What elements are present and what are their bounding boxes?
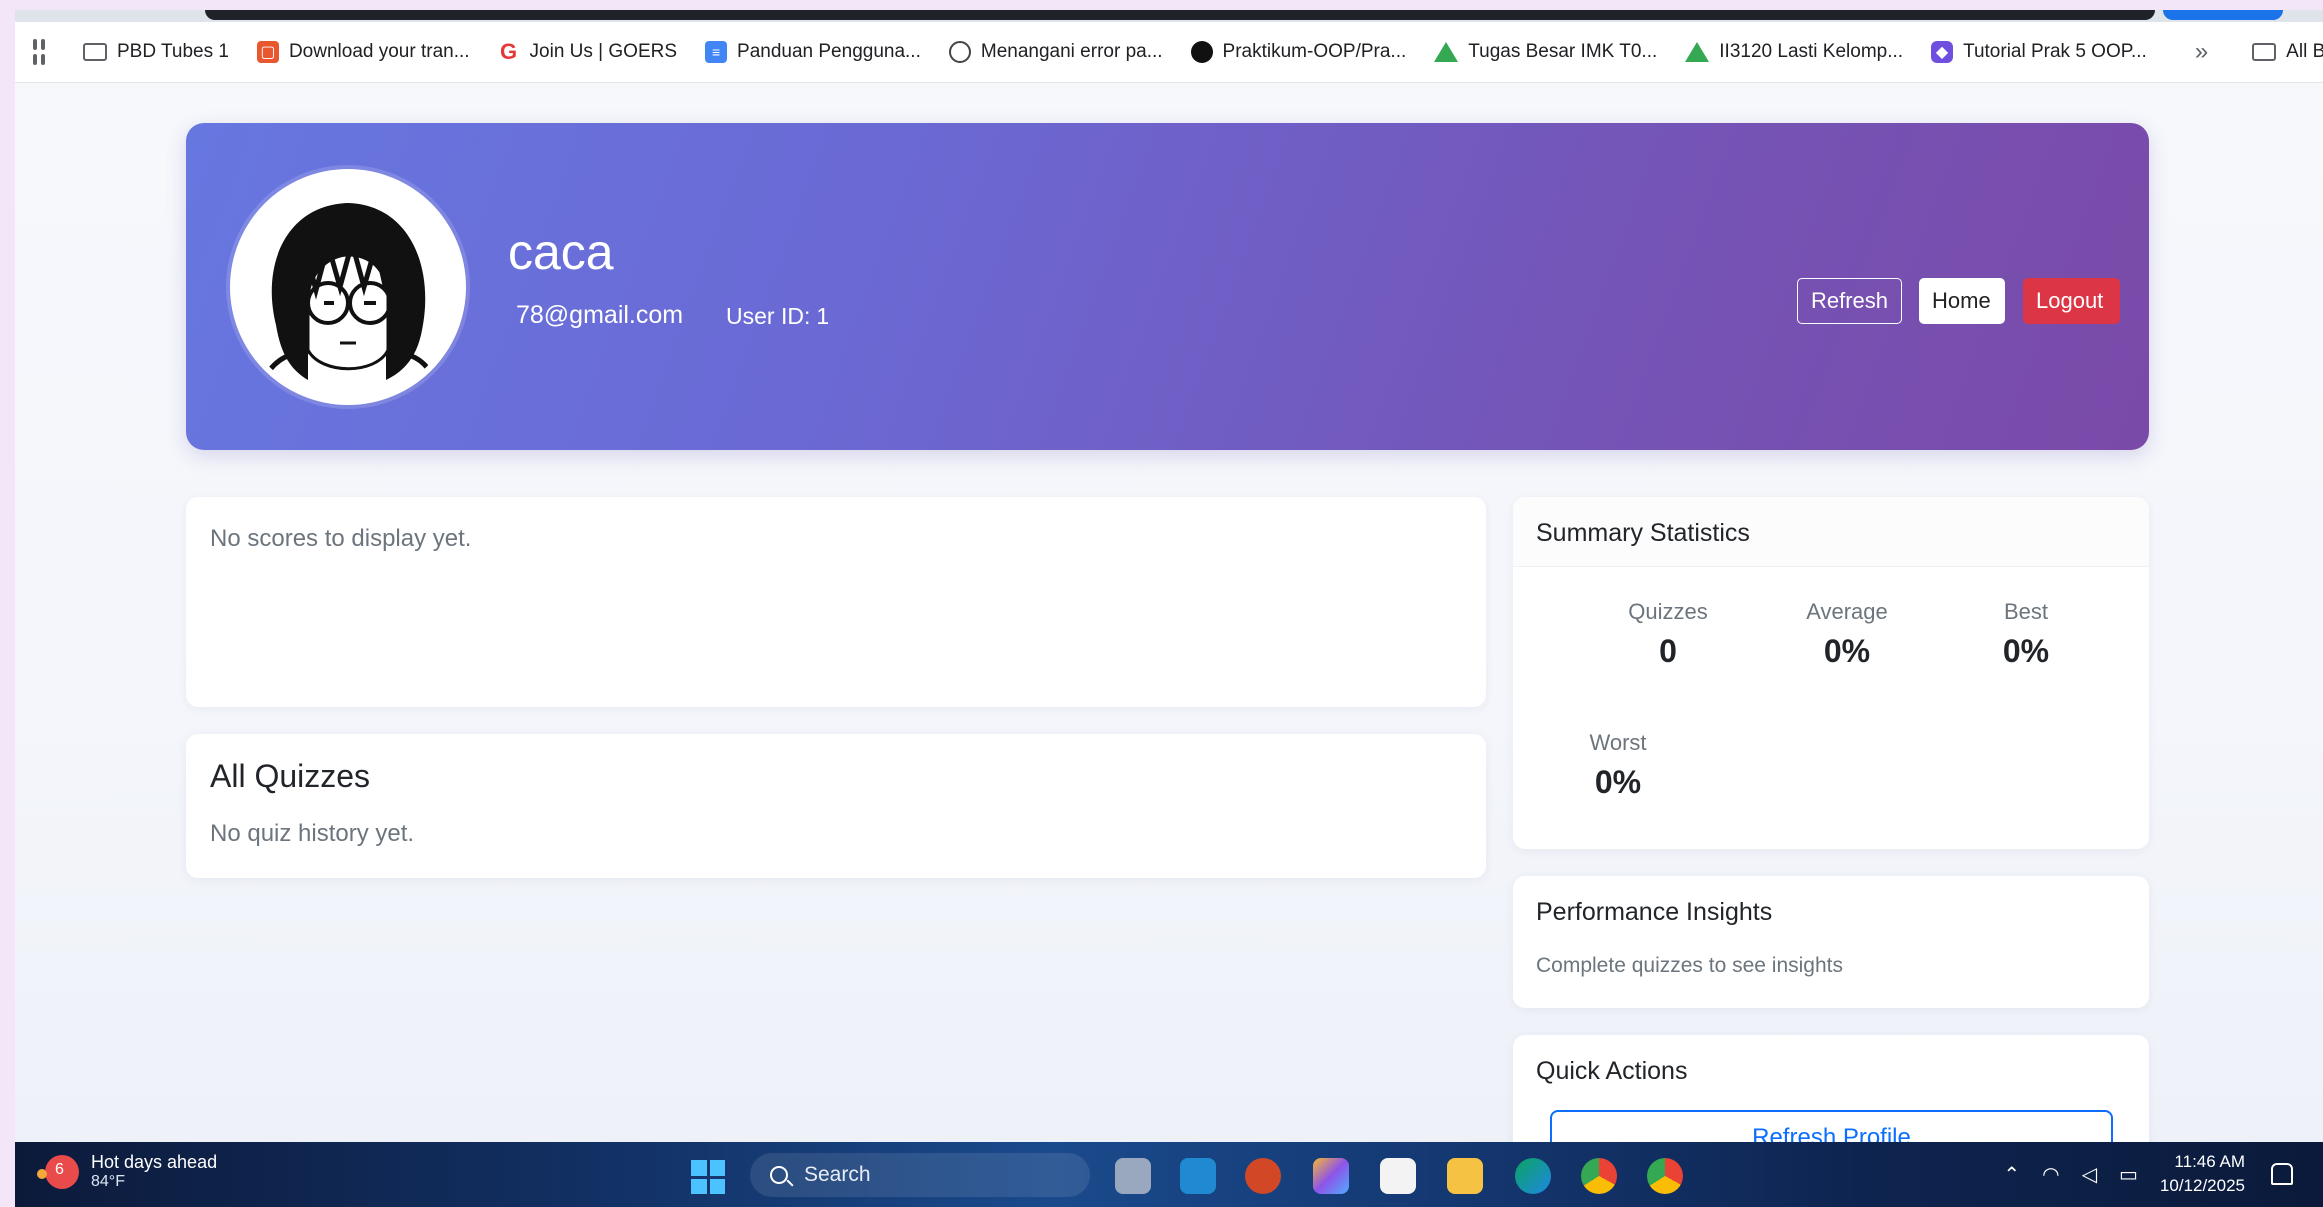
bookmark-praktikum-oop[interactable]: Praktikum-OOP/Pra... bbox=[1190, 41, 1406, 63]
copilot-icon[interactable] bbox=[1313, 1158, 1349, 1194]
apps-grid-icon[interactable] bbox=[33, 39, 45, 65]
stat-label: Worst bbox=[1589, 730, 1647, 755]
bookmark-goers[interactable]: G Join Us | GOERS bbox=[498, 39, 677, 64]
all-quizzes-card: All Quizzes No quiz history yet. bbox=[186, 734, 1486, 878]
address-bar[interactable] bbox=[205, 10, 2155, 20]
user-id-label: User ID: bbox=[726, 303, 811, 329]
quick-actions-title: Quick Actions bbox=[1536, 1057, 1688, 1085]
browser-viewport: PBD Tubes 1 ▢ Download your tran... G Jo… bbox=[15, 10, 2323, 1142]
refresh-button[interactable]: Refresh bbox=[1797, 278, 1902, 324]
volume-icon[interactable]: ◁ bbox=[2082, 1162, 2097, 1187]
stat-label: Average bbox=[1806, 599, 1888, 624]
profile-button[interactable] bbox=[2163, 10, 2283, 20]
refresh-profile-button[interactable]: Refresh Profile bbox=[1550, 1110, 2113, 1142]
notification-bell-icon[interactable] bbox=[2271, 1163, 2293, 1185]
vscode-icon[interactable] bbox=[1180, 1158, 1216, 1194]
profile-header: caca 78@gmail.com User ID: 1 Refresh Home… bbox=[186, 123, 2149, 450]
battery-icon[interactable]: ▭ bbox=[2119, 1162, 2138, 1187]
home-button[interactable]: Home bbox=[1919, 278, 2005, 324]
weather-temp: 84°F bbox=[91, 1173, 125, 1190]
stat-label: Quizzes bbox=[1628, 599, 1708, 624]
clock-date: 10/12/2025 bbox=[2159, 1176, 2245, 1195]
bookmark-pbd-tubes[interactable]: PBD Tubes 1 bbox=[83, 41, 229, 63]
download-app-icon: ▢ bbox=[256, 41, 279, 63]
chrome-icon[interactable] bbox=[1581, 1158, 1617, 1194]
canva-icon: ◆ bbox=[1931, 41, 1954, 63]
microsoft-store-icon[interactable] bbox=[1380, 1158, 1416, 1194]
stat-value: 0% bbox=[1823, 633, 1871, 669]
quick-actions-card: Quick Actions Refresh Profile bbox=[1513, 1035, 2149, 1142]
stat-label: Best bbox=[2003, 599, 2049, 624]
task-view-icon[interactable] bbox=[1115, 1158, 1151, 1194]
file-explorer-icon[interactable] bbox=[1447, 1158, 1483, 1194]
stat-value: 0% bbox=[1594, 764, 1642, 800]
avatar-illustration bbox=[236, 175, 460, 399]
bookmark-panduan[interactable]: ≡ Panduan Pengguna... bbox=[705, 41, 921, 63]
google-drive-icon bbox=[1434, 42, 1459, 62]
avatar bbox=[230, 169, 466, 405]
summary-title: Summary Statistics bbox=[1536, 519, 1750, 547]
bookmark-tutorial-prak[interactable]: ◆ Tutorial Prak 5 OOP... bbox=[1931, 41, 2147, 63]
scores-card: No scores to display yet. bbox=[186, 497, 1486, 707]
performance-insights-card: Performance Insights Complete quizzes to… bbox=[1513, 876, 2149, 1008]
all-bookmarks-button[interactable]: All Bookmarks bbox=[2252, 41, 2323, 63]
address-bar-strip bbox=[15, 10, 2323, 22]
thermometer-icon: 6 bbox=[37, 1154, 79, 1189]
stat-best: Best 0% bbox=[1946, 599, 2106, 670]
wifi-icon[interactable]: ◠ bbox=[2042, 1162, 2059, 1187]
search-icon bbox=[770, 1166, 788, 1184]
user-id-value: 1 bbox=[816, 303, 830, 329]
summary-statistics-card: Summary Statistics Quizzes 0 Average 0% … bbox=[1513, 497, 2149, 849]
chevron-up-icon[interactable]: ⌃ bbox=[2003, 1162, 2020, 1187]
insights-text: Complete quizzes to see insights bbox=[1536, 954, 1843, 977]
google-docs-icon: ≡ bbox=[705, 41, 728, 63]
bookmark-menangani-error[interactable]: Menangani error pa... bbox=[948, 41, 1163, 63]
taskbar: 6 Hot days ahead 84°F Search ⌃ ◠ ◁ ▭ 11:… bbox=[15, 1142, 2323, 1207]
stat-value: 0 bbox=[1659, 633, 1677, 669]
stat-average: Average 0% bbox=[1767, 599, 1927, 670]
bookmark-ii3120[interactable]: II3120 Lasti Kelomp... bbox=[1685, 41, 1903, 63]
goers-icon: G bbox=[499, 39, 518, 64]
summary-card-header: Summary Statistics bbox=[1513, 497, 2149, 567]
stat-quizzes: Quizzes 0 bbox=[1588, 599, 1748, 670]
weather-widget[interactable]: 6 Hot days ahead 84°F bbox=[37, 1152, 218, 1191]
github-icon bbox=[1190, 41, 1213, 63]
quiz-history-empty-text: No quiz history yet. bbox=[210, 820, 415, 847]
chatgpt-icon bbox=[948, 41, 971, 63]
folder-icon bbox=[2252, 43, 2277, 61]
bookmark-download-transcript[interactable]: ▢ Download your tran... bbox=[256, 41, 470, 63]
bookmarks-bar: PBD Tubes 1 ▢ Download your tran... G Jo… bbox=[15, 22, 2323, 83]
user-id: User ID: 1 bbox=[726, 303, 829, 330]
chrome-profile-icon[interactable] bbox=[1647, 1158, 1683, 1194]
username: caca bbox=[508, 224, 614, 280]
google-drive-icon bbox=[1685, 42, 1710, 62]
stat-worst: Worst 0% bbox=[1548, 730, 1688, 801]
logout-button[interactable]: Logout bbox=[2023, 278, 2120, 324]
taskbar-search[interactable]: Search bbox=[750, 1153, 1090, 1197]
all-quizzes-title: All Quizzes bbox=[210, 758, 371, 794]
weather-title: Hot days ahead bbox=[91, 1152, 218, 1172]
weather-badge: 6 bbox=[55, 1160, 64, 1178]
user-email: 78@gmail.com bbox=[516, 301, 684, 329]
bookmark-tugas-besar-imk[interactable]: Tugas Besar IMK T0... bbox=[1434, 41, 1657, 63]
scores-empty-text: No scores to display yet. bbox=[210, 525, 472, 552]
clock-time: 11:46 AM bbox=[2174, 1152, 2245, 1171]
folder-icon bbox=[83, 43, 107, 61]
clock[interactable]: 11:46 AM 10/12/2025 bbox=[2160, 1150, 2245, 1198]
stat-value: 0% bbox=[2002, 633, 2050, 669]
windows-start-icon[interactable] bbox=[691, 1160, 725, 1194]
insights-title: Performance Insights bbox=[1536, 898, 1773, 926]
search-placeholder: Search bbox=[804, 1163, 871, 1186]
powerpoint-icon[interactable] bbox=[1245, 1158, 1281, 1194]
bookmarks-overflow-button[interactable]: » bbox=[2195, 38, 2208, 66]
system-tray: ⌃ ◠ ◁ ▭ 11:46 AM 10/12/2025 bbox=[2003, 1150, 2293, 1198]
edge-icon[interactable] bbox=[1515, 1158, 1551, 1194]
